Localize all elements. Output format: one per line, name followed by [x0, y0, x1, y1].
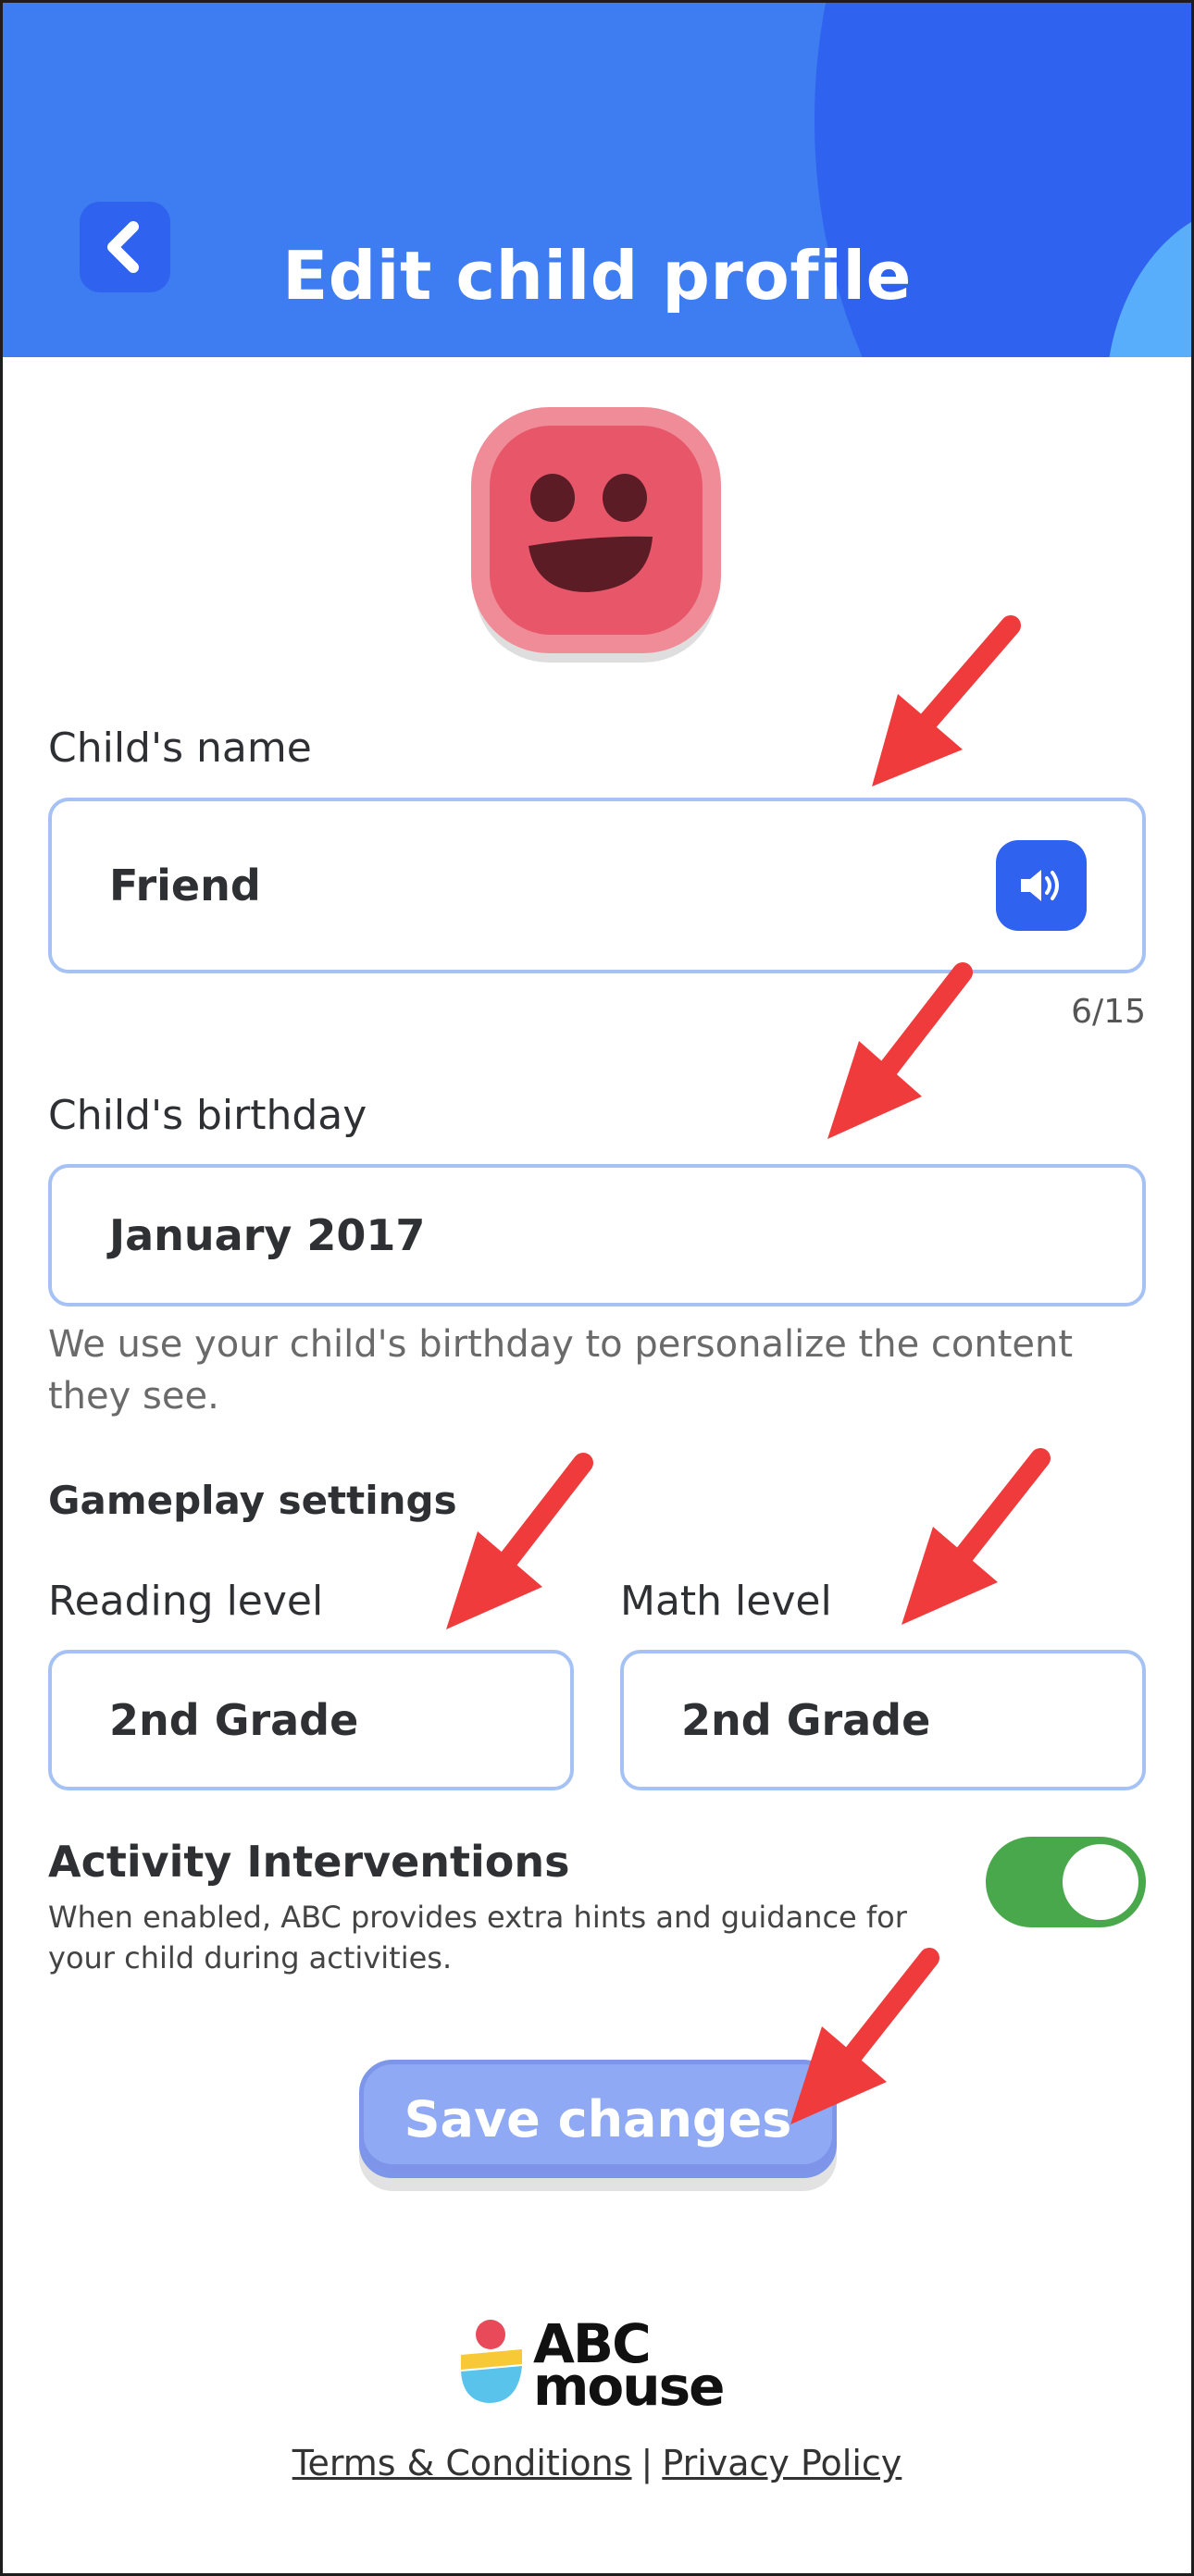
annotation-arrow-icon: [446, 1453, 593, 1629]
annotation-arrow-icon: [790, 1948, 939, 2124]
reading-level-select[interactable]: 2nd Grade: [48, 1650, 574, 1790]
privacy-link[interactable]: Privacy Policy: [662, 2443, 902, 2483]
name-input[interactable]: Friend: [48, 798, 1146, 973]
gameplay-settings-heading: Gameplay settings: [48, 1478, 457, 1523]
abcmouse-logo: ABC mouse: [457, 2312, 735, 2418]
interventions-toggle[interactable]: [986, 1837, 1146, 1927]
footer-separator: |: [641, 2443, 653, 2483]
abcmouse-logo-mark: [461, 2320, 522, 2403]
terms-link[interactable]: Terms & Conditions: [292, 2443, 632, 2483]
interventions-title: Activity Interventions: [48, 1837, 570, 1887]
toggle-knob: [1063, 1844, 1138, 1920]
name-char-counter: 6/15: [1071, 993, 1146, 1031]
birthday-input[interactable]: January 2017: [48, 1164, 1146, 1307]
avatar[interactable]: [467, 407, 725, 666]
annotation-arrow-icon: [872, 615, 1021, 786]
birthday-helper-text: We use your child's birthday to personal…: [48, 1323, 1074, 1418]
logo-text-mouse: mouse: [533, 2355, 725, 2418]
reading-level-value: 2nd Grade: [109, 1695, 359, 1745]
annotation-arrow-icon: [902, 1448, 1051, 1625]
name-label: Child's name: [48, 724, 312, 772]
reading-level-label: Reading level: [48, 1578, 324, 1625]
header-bar: Edit child profile: [0, 0, 1194, 357]
birthday-label: Child's birthday: [48, 1092, 367, 1139]
save-changes-button[interactable]: Save changes: [359, 2060, 837, 2178]
annotation-arrow-icon: [827, 962, 973, 1139]
name-value: Friend: [109, 861, 261, 910]
birthday-value: January 2017: [109, 1210, 426, 1260]
math-level-label: Math level: [620, 1578, 832, 1625]
page-title: Edit child profile: [282, 237, 912, 315]
speaker-button[interactable]: [996, 840, 1087, 931]
math-level-select[interactable]: 2nd Grade: [620, 1650, 1146, 1790]
speaker-icon: [1021, 870, 1059, 901]
math-level-value: 2nd Grade: [681, 1695, 931, 1745]
footer-links: Terms & Conditions | Privacy Policy: [0, 2443, 1194, 2483]
